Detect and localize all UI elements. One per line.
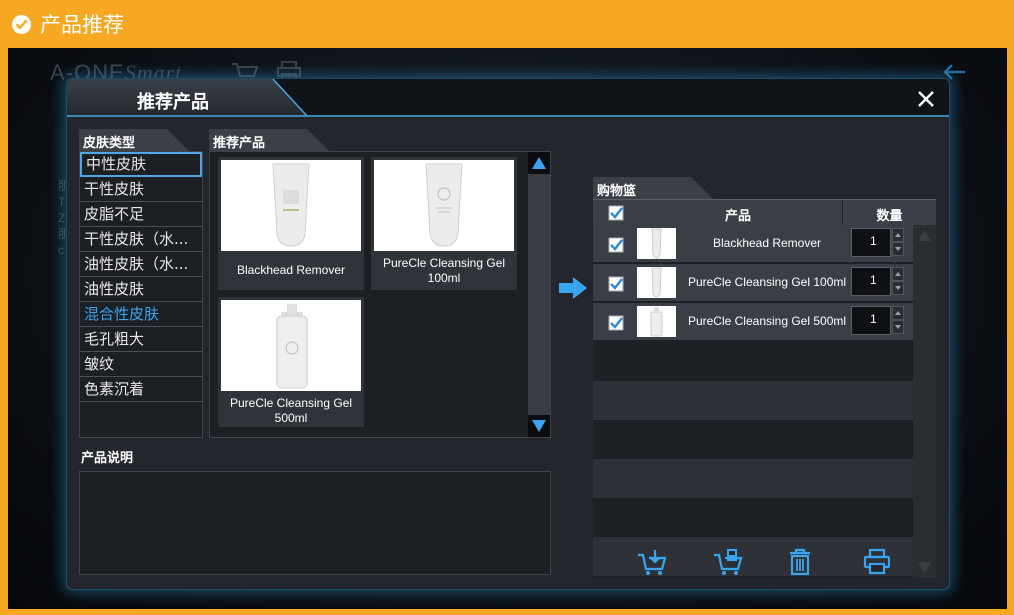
qty-down-button[interactable]	[892, 320, 904, 334]
recommended-products-panel: Blackhead Remover PureCle Cleansing Gel …	[209, 151, 551, 438]
check-circle-icon	[12, 14, 31, 34]
skin-type-item[interactable]: 皮脂不足	[80, 202, 202, 227]
product-image	[221, 300, 361, 391]
triangle-down-icon	[532, 420, 546, 432]
cart-thumbnail	[637, 228, 676, 259]
recommend-dialog: 推荐产品 皮肤类型 中性皮肤 干性皮肤 皮脂不足 干性皮肤（水... 油性皮肤（…	[66, 78, 950, 590]
chevron-up-icon	[895, 272, 901, 276]
skin-type-item[interactable]: 混合性皮肤	[80, 302, 202, 327]
quantity-stepper	[892, 267, 904, 296]
triangle-up-icon[interactable]	[917, 229, 932, 242]
title-banner: 产品推荐	[0, 0, 1014, 48]
description-label: 产品说明	[81, 451, 134, 466]
app-background: A-ONESmart 肌TZ肌c 推荐产品 皮肤类型 中性皮肤 干性皮肤 皮脂不…	[8, 48, 1007, 609]
chevron-up-icon	[895, 311, 901, 315]
skin-type-item[interactable]: 中性皮肤	[80, 152, 202, 177]
row-checkbox[interactable]	[608, 276, 624, 292]
cart-product-name: Blackhead Remover	[712, 236, 822, 250]
close-button[interactable]	[917, 90, 935, 108]
skin-type-item[interactable]: 油性皮肤（水...	[80, 252, 202, 277]
cart-row[interactable]: PureCle Cleansing Gel 100ml 1	[593, 264, 913, 301]
chevron-up-icon	[895, 233, 901, 237]
qty-down-button[interactable]	[892, 281, 904, 295]
row-checkbox[interactable]	[608, 237, 624, 253]
chevron-down-icon	[895, 247, 901, 251]
triangle-down-icon[interactable]	[917, 561, 932, 574]
column-header-product: 产品	[724, 209, 751, 224]
quantity-stepper	[892, 306, 904, 335]
close-icon	[918, 91, 934, 107]
trash-icon[interactable]	[788, 548, 812, 576]
column-header-qty: 数量	[876, 209, 903, 224]
qty-down-button[interactable]	[892, 242, 904, 256]
cart-product-name: PureCle Cleansing Gel 100ml	[687, 275, 847, 289]
cart-table-header: 产品 数量	[593, 199, 936, 226]
cart-header: 购物篮	[593, 177, 733, 199]
dialog-title: 推荐产品	[137, 92, 209, 113]
row-checkbox[interactable]	[608, 315, 624, 331]
product-name: Blackhead Remover	[236, 263, 346, 277]
chevron-down-icon	[895, 286, 901, 290]
cart-table-body: Blackhead Remover 1 PureCle Cleansing Ge…	[593, 225, 913, 578]
scroll-down-button[interactable]	[528, 415, 550, 437]
cart-product-name: PureCle Cleansing Gel 500ml	[687, 314, 847, 328]
quantity-input[interactable]: 1	[851, 267, 891, 296]
product-card[interactable]: PureCle Cleansing Gel 500ml	[218, 297, 364, 427]
product-image	[221, 160, 361, 251]
qty-up-button[interactable]	[892, 267, 904, 281]
printer-icon[interactable]	[863, 548, 891, 576]
chevron-down-icon	[895, 325, 901, 329]
cart-row[interactable]: Blackhead Remover 1	[593, 225, 913, 262]
product-image	[374, 160, 514, 251]
quantity-stepper	[892, 228, 904, 257]
skin-type-item[interactable]: 色素沉着	[80, 377, 202, 402]
cart-save-icon[interactable]	[713, 548, 743, 576]
skin-type-list: 中性皮肤 干性皮肤 皮脂不足 干性皮肤（水... 油性皮肤（水... 油性皮肤 …	[79, 151, 203, 438]
qty-up-button[interactable]	[892, 228, 904, 242]
cart-add-icon[interactable]	[637, 548, 667, 576]
product-name: PureCle Cleansing Gel 100ml	[382, 256, 506, 285]
skin-type-header: 皮肤类型	[79, 129, 203, 151]
quantity-input[interactable]: 1	[851, 228, 891, 257]
product-card[interactable]: Blackhead Remover	[218, 157, 364, 290]
scroll-up-button[interactable]	[528, 152, 550, 174]
skin-type-item[interactable]: 毛孔粗大	[80, 327, 202, 352]
skin-type-item[interactable]: 干性皮肤（水...	[80, 227, 202, 252]
qty-up-button[interactable]	[892, 306, 904, 320]
description-box	[79, 471, 551, 575]
triangle-up-icon	[532, 157, 546, 169]
quantity-input[interactable]: 1	[851, 306, 891, 335]
dialog-header: 推荐产品	[67, 79, 949, 117]
arrow-right-icon[interactable]	[557, 275, 589, 301]
products-scrollbar[interactable]	[528, 152, 550, 437]
recommended-header: 推荐产品	[209, 129, 333, 151]
skin-type-item[interactable]: 油性皮肤	[80, 277, 202, 302]
cart-thumbnail	[637, 306, 676, 337]
product-name: PureCle Cleansing Gel 500ml	[229, 396, 353, 425]
cart-panel: 产品 数量 Blackhead Remover 1 PureCle Cleans…	[593, 199, 936, 589]
banner-title: 产品推荐	[40, 13, 124, 37]
cart-scrollbar[interactable]	[913, 225, 936, 578]
cart-thumbnail	[637, 267, 676, 298]
product-card[interactable]: PureCle Cleansing Gel 100ml	[371, 157, 517, 290]
cart-row[interactable]: PureCle Cleansing Gel 500ml 1	[593, 303, 913, 340]
skin-type-item[interactable]: 皱纹	[80, 352, 202, 377]
skin-type-item[interactable]: 干性皮肤	[80, 177, 202, 202]
